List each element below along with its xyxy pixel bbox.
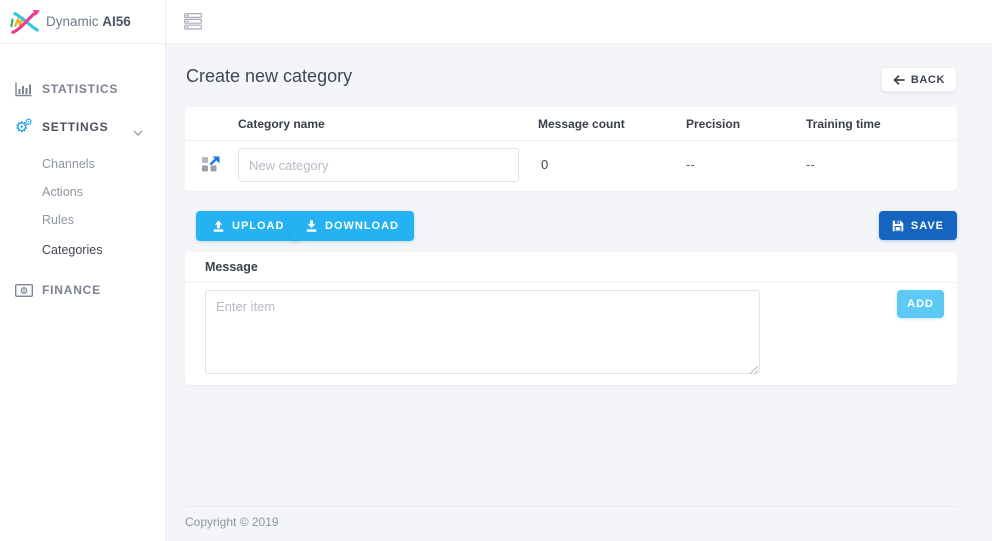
add-button[interactable]: ADD bbox=[897, 290, 944, 318]
sidebar-item-rules[interactable]: Rules bbox=[0, 209, 165, 231]
chevron-down-icon bbox=[133, 124, 143, 142]
message-count-value: 0 bbox=[541, 148, 548, 182]
sidebar-subitem-label: Actions bbox=[42, 185, 83, 199]
copyright-text: Copyright © 2019 bbox=[185, 515, 279, 529]
message-panel: Message ADD bbox=[185, 252, 957, 385]
column-header: Message count bbox=[538, 107, 625, 141]
download-button-label: DOWNLOAD bbox=[325, 220, 399, 232]
app-window: Dynamic AI56 STATISTICS ⚙⚙ SETTINGS bbox=[0, 0, 992, 541]
gears-icon: ⚙⚙ bbox=[15, 120, 37, 135]
download-button[interactable]: DOWNLOAD bbox=[290, 211, 414, 241]
sidebar-item-label: SETTINGS bbox=[42, 120, 108, 134]
list-rows-icon[interactable] bbox=[184, 13, 204, 31]
message-panel-header: Message bbox=[185, 252, 957, 283]
training-time-value: -- bbox=[806, 148, 815, 182]
main-content: Create new category BACK Category name M… bbox=[166, 44, 992, 541]
category-export-icon bbox=[201, 156, 221, 179]
table-header-row: Category name Message count Precision Tr… bbox=[185, 107, 957, 141]
sidebar-item-finance[interactable]: FINANCE bbox=[0, 279, 165, 301]
save-button[interactable]: SAVE bbox=[879, 211, 957, 240]
message-item-textarea[interactable] bbox=[205, 290, 760, 374]
sidebar-item-settings[interactable]: ⚙⚙ SETTINGS bbox=[0, 116, 165, 138]
back-button-label: BACK bbox=[911, 74, 945, 86]
brand-logo[interactable]: Dynamic AI56 bbox=[0, 0, 165, 44]
sidebar-subitem-label: Channels bbox=[42, 157, 95, 171]
category-name-input[interactable] bbox=[238, 148, 519, 182]
dna-logo-icon bbox=[9, 8, 41, 36]
banknote-icon bbox=[15, 284, 37, 297]
upload-tray-icon bbox=[212, 220, 225, 233]
sidebar-subitem-label: Categories bbox=[42, 243, 102, 257]
upload-button[interactable]: UPLOAD bbox=[196, 211, 300, 241]
save-button-label: SAVE bbox=[911, 220, 944, 232]
column-header: Training time bbox=[806, 107, 881, 141]
add-button-label: ADD bbox=[907, 298, 934, 310]
bar-chart-icon bbox=[15, 82, 37, 97]
upload-button-label: UPLOAD bbox=[232, 220, 284, 232]
floppy-disk-icon bbox=[892, 220, 904, 232]
page-title: Create new category bbox=[186, 66, 352, 87]
sidebar-item-actions[interactable]: Actions bbox=[0, 181, 165, 203]
sidebar-item-statistics[interactable]: STATISTICS bbox=[0, 78, 165, 100]
sidebar: Dynamic AI56 STATISTICS ⚙⚙ SETTINGS bbox=[0, 0, 166, 541]
download-tray-icon bbox=[305, 220, 318, 233]
column-header: Precision bbox=[686, 107, 740, 141]
column-header: Category name bbox=[238, 107, 325, 141]
back-button[interactable]: BACK bbox=[881, 67, 957, 92]
sidebar-item-label: FINANCE bbox=[42, 283, 101, 297]
footer-divider bbox=[185, 506, 957, 507]
sidebar-item-categories[interactable]: Categories bbox=[0, 239, 165, 261]
sidebar-item-channels[interactable]: Channels bbox=[0, 153, 165, 175]
sidebar-item-label: STATISTICS bbox=[42, 82, 118, 96]
category-table: Category name Message count Precision Tr… bbox=[185, 107, 957, 191]
topbar bbox=[166, 0, 992, 44]
message-panel-title: Message bbox=[205, 252, 258, 283]
precision-value: -- bbox=[686, 148, 695, 182]
brand-name: Dynamic AI56 bbox=[46, 14, 131, 29]
arrow-left-icon bbox=[893, 75, 905, 85]
sidebar-subitem-label: Rules bbox=[42, 213, 74, 227]
